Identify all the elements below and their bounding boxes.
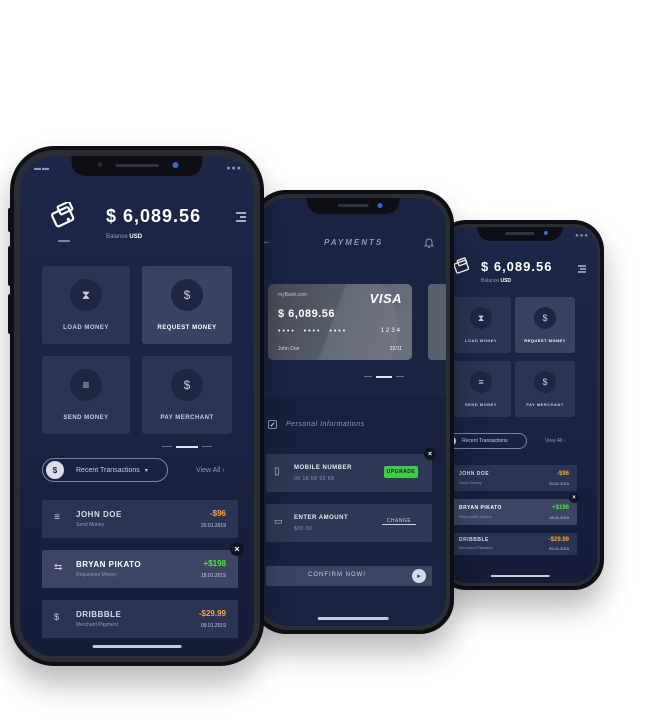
table-row[interactable]: ≡ JOHN DOE Send Money -$96 20.01.2019 [443, 465, 577, 491]
action-send-money[interactable]: ≡ SEND MONEY [42, 356, 130, 434]
send-lines-icon: ≡ [54, 512, 60, 523]
menu-lines-icon[interactable] [234, 210, 248, 224]
coin-icon: $ [46, 461, 64, 479]
card-number-dots: •••• •••• •••• [278, 328, 348, 335]
phone-right: ●●● $ 6,089.56 Balance USD ⧗ LOAD MONEY … [436, 220, 604, 590]
wallet-icon [50, 200, 78, 228]
action-send-money[interactable]: ≡ SEND MONEY [451, 361, 511, 417]
phone-left: ▬▬ ●●● $ 6,089.56 Balance USD ⧗ LOAD MON… [10, 146, 264, 666]
status-dots: ▬▬ [34, 165, 50, 172]
home-indicator [490, 575, 550, 577]
recent-transactions-pill[interactable]: $ Recent Transactions ▾ [42, 458, 168, 482]
action-load-money[interactable]: ⧗ LOAD MONEY [42, 266, 130, 344]
tile-pager [162, 446, 212, 448]
page-title: PAYMENTS [324, 238, 384, 247]
dollar-arrows-icon: $ [54, 612, 60, 622]
action-load-money[interactable]: ⧗ LOAD MONEY [451, 297, 511, 353]
table-row[interactable]: ≡ JOHN DOE Send Money -$96 20.01.2019 [42, 500, 238, 538]
close-icon[interactable]: × [424, 448, 436, 460]
money-request-icon: $ [534, 307, 556, 329]
view-all-link[interactable]: View All › [196, 467, 225, 474]
card-peek[interactable] [428, 284, 446, 360]
balance-amount: $ 6,089.56 [106, 206, 202, 226]
phone-icon: ▯ [274, 466, 280, 477]
menu-lines-icon[interactable] [577, 261, 587, 273]
status-dots: ●●● [226, 165, 242, 172]
wallet-icon [453, 257, 471, 275]
phone-middle: ← PAYMENTS myBank.com VISA $ 6,089.56 ••… [252, 190, 454, 634]
action-pay-merchant[interactable]: $ PAY MERCHANT [142, 356, 232, 434]
hourglass-icon: ⧗ [70, 279, 102, 311]
close-icon[interactable]: × [569, 493, 579, 503]
mobile-number-field[interactable]: ▯ MOBILE NUMBER 00 18 58 92 68 UPGRADE [266, 454, 432, 492]
dollar-coin-icon: $ [534, 371, 556, 393]
hourglass-icon: ⧗ [470, 307, 492, 329]
chevron-down-icon: ▾ [144, 467, 148, 474]
table-row[interactable]: ⇆ BRYAN PIKATO Requested Money +$198 18.… [42, 550, 238, 588]
table-row[interactable]: $ DRIBBBLE Merchant Payment -$29.99 09.0… [443, 533, 577, 555]
table-row[interactable]: ⇆ BRYAN PIKATO Requested Money +$198 18.… [443, 499, 577, 525]
balance-amount: $ 6,089.56 [481, 259, 553, 274]
dollar-coin-icon: $ [171, 369, 203, 401]
send-lines-icon: ≡ [470, 371, 492, 393]
send-lines-icon: ≡ [70, 369, 102, 401]
amount-field[interactable]: ▭ ENTER AMOUNT $00.00 CHANGE [266, 504, 432, 542]
wallet-small-icon: ▭ [274, 516, 283, 526]
balance-label: Balance USD [106, 234, 143, 240]
action-request-money[interactable]: $ REQUEST MONEY [142, 266, 232, 344]
bell-icon[interactable] [423, 236, 435, 248]
bank-card[interactable]: myBank.com VISA $ 6,089.56 •••• •••• •••… [268, 284, 412, 360]
balance-label: Balance USD [481, 278, 512, 284]
table-row[interactable]: $ DRIBBBLE Merchant Payment -$29.99 09.0… [42, 600, 238, 638]
divider [58, 240, 70, 242]
mockup-stage: ●●● $ 6,089.56 Balance USD ⧗ LOAD MONEY … [0, 0, 650, 720]
card-pager [364, 376, 404, 378]
close-icon[interactable]: × [230, 542, 244, 556]
change-button[interactable]: CHANGE [382, 518, 416, 525]
home-indicator [92, 645, 182, 648]
action-pay-merchant[interactable]: $ PAY MERCHANT [515, 361, 575, 417]
confirm-button[interactable]: CONFIRM NOW! ▸ [266, 566, 432, 586]
visa-logo: VISA [369, 291, 402, 306]
action-request-money[interactable]: $ REQUEST MONEY [515, 297, 575, 353]
recent-transactions-pill[interactable]: $ Recent Transactions [443, 433, 527, 449]
money-request-icon: $ [171, 279, 203, 311]
home-indicator [317, 617, 389, 620]
request-arrows-icon: ⇆ [54, 562, 63, 573]
card-last4: 1234 [380, 328, 402, 334]
upgrade-button[interactable]: UPGRADE [384, 466, 418, 478]
arrow-right-icon: ▸ [412, 569, 426, 583]
view-all-link[interactable]: View All › [545, 438, 565, 444]
checkbox[interactable]: ✓ [268, 420, 277, 429]
